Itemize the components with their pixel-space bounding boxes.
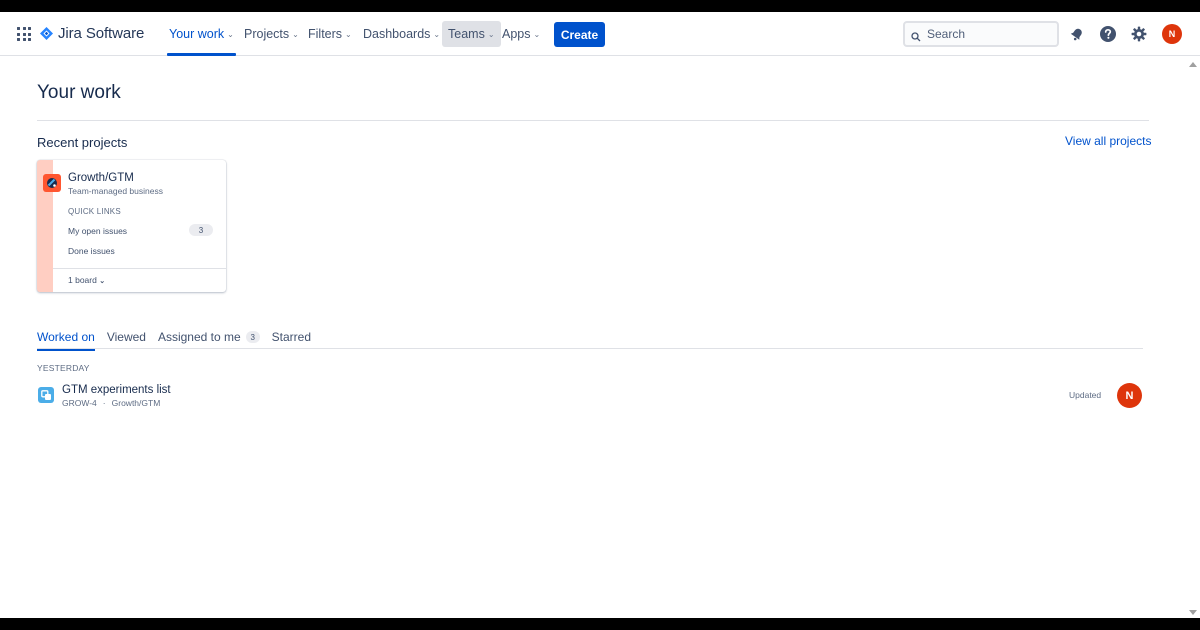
my-open-issues-link[interactable]: My open issues [68, 226, 127, 236]
search-icon [911, 29, 921, 42]
boards-dropdown-label: 1 board [68, 275, 97, 285]
issue-meta: GROW-4 · Growth/GTM [62, 398, 160, 408]
app-name: Jira Software [58, 25, 145, 42]
tab-label: Assigned to me [157, 330, 241, 344]
boards-dropdown[interactable]: 1 board ⌄ [68, 275, 105, 285]
count-badge: 3 [245, 331, 260, 343]
chevron-down-icon: ⌄ [99, 278, 106, 285]
project-avatar-icon [43, 174, 61, 192]
issue-key: GROW-4 [62, 398, 97, 408]
top-navigation: Jira Software Your work ⌄ Projects ⌄ Filte… [0, 12, 1200, 56]
activity-status: Updated [1069, 390, 1102, 400]
nav-apps[interactable]: Apps ⌄ [496, 21, 546, 47]
nav-label: Filters [308, 27, 343, 41]
project-card[interactable]: Growth/GTM Team-managed business QUICK L… [37, 160, 226, 292]
scroll-down-arrow-icon[interactable] [1189, 610, 1197, 615]
nav-your-work[interactable]: Your work ⌄ [163, 21, 240, 56]
chevron-down-icon: ⌄ [345, 29, 352, 39]
page-title: Your work [37, 82, 121, 103]
divider [53, 268, 226, 269]
nav-label: Apps [502, 27, 531, 41]
avatar[interactable]: N [1162, 24, 1182, 44]
grid-icon[interactable] [17, 27, 31, 41]
jira-diamond-icon [40, 27, 53, 40]
chevron-down-icon: ⌄ [292, 29, 299, 39]
bell-icon[interactable] [1067, 24, 1087, 44]
nav-teams[interactable]: Teams ⌄ [442, 21, 501, 47]
help-icon[interactable] [1098, 24, 1118, 44]
scrollbar[interactable] [1186, 56, 1200, 618]
date-group-heading: YESTERDAY [37, 363, 90, 373]
separator: · [102, 398, 106, 408]
nav-filters[interactable]: Filters ⌄ [302, 21, 358, 47]
nav-label: Teams [448, 27, 485, 41]
issue-project: Growth/GTM [111, 398, 161, 408]
create-button[interactable]: Create [554, 22, 605, 47]
activity-tabs: Worked on Viewed Assigned to me 3 Starred [37, 330, 311, 351]
list-item[interactable]: GTM experiments list GROW-4 · Growth/GTM… [37, 383, 1143, 413]
issue-title[interactable]: GTM experiments list [62, 384, 171, 396]
project-type: Team-managed business [68, 186, 163, 196]
chevron-down-icon: ⌄ [227, 29, 234, 39]
task-type-icon [38, 387, 54, 403]
project-name[interactable]: Growth/GTM [68, 172, 134, 184]
done-issues-link[interactable]: Done issues [68, 246, 115, 256]
nav-label: Your work [169, 27, 225, 41]
tab-starred[interactable]: Starred [272, 330, 311, 350]
nav-projects[interactable]: Projects ⌄ [238, 21, 305, 47]
tab-worked-on[interactable]: Worked on [37, 330, 95, 351]
scroll-up-arrow-icon[interactable] [1189, 62, 1197, 67]
tab-assigned-to-me[interactable]: Assigned to me 3 [158, 330, 260, 350]
gear-icon[interactable] [1129, 24, 1149, 44]
chevron-down-icon: ⌄ [433, 29, 441, 39]
open-issues-count-badge: 3 [189, 224, 213, 236]
nav-dashboards[interactable]: Dashboards ⌄ [357, 21, 446, 47]
chevron-down-icon: ⌄ [533, 29, 541, 39]
tab-viewed[interactable]: Viewed [107, 330, 146, 350]
nav-label: Dashboards [363, 27, 431, 41]
quick-links-heading: QUICK LINKS [68, 207, 121, 216]
tab-label: Viewed [106, 330, 146, 344]
nav-label: Projects [244, 27, 290, 41]
tab-label: Starred [271, 330, 312, 344]
divider [37, 348, 1143, 349]
avatar: N [1117, 383, 1142, 408]
tab-label: Worked on [37, 330, 95, 344]
divider [37, 120, 1149, 121]
chevron-down-icon: ⌄ [487, 29, 495, 39]
jira-logo[interactable]: Jira Software [40, 25, 144, 42]
search-input[interactable]: Search [903, 21, 1059, 47]
app-viewport: Jira Software Your work ⌄ Projects ⌄ Filte… [0, 12, 1200, 618]
view-all-projects-link[interactable]: View all projects [1065, 134, 1151, 148]
search-placeholder: Search [927, 27, 966, 41]
recent-projects-heading: Recent projects [37, 135, 128, 150]
